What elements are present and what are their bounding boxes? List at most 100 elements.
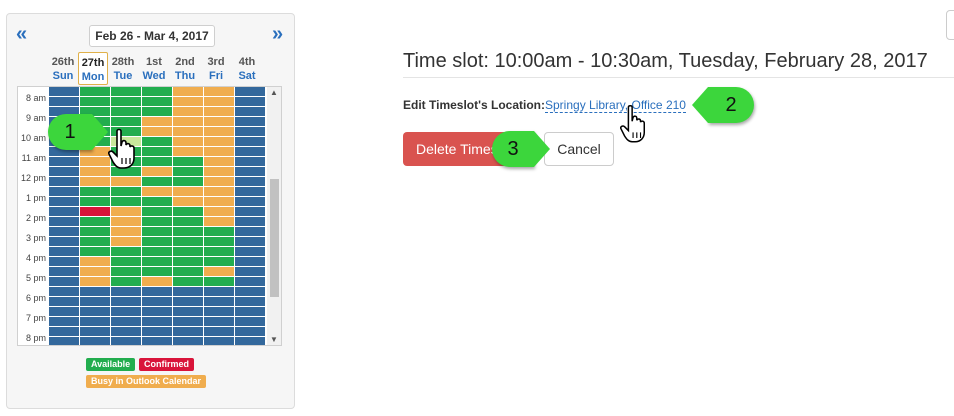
timeslot-cell[interactable]: [80, 237, 111, 247]
timeslot-cell[interactable]: [142, 117, 173, 127]
timeslot-cell[interactable]: [111, 87, 142, 97]
timeslot-cell[interactable]: [173, 87, 204, 97]
timeslot-cell[interactable]: [142, 277, 173, 287]
scrollbar-thumb[interactable]: [270, 179, 279, 297]
corner-button[interactable]: [946, 10, 954, 40]
timeslot-cell[interactable]: [80, 227, 111, 237]
location-edit-link[interactable]: Springy Library, Office 210: [545, 98, 686, 113]
timeslot-cell[interactable]: [142, 257, 173, 267]
timeslot-cell[interactable]: [111, 207, 142, 217]
timeslot-cell[interactable]: [142, 187, 173, 197]
timeslot-cell[interactable]: [173, 217, 204, 227]
timeslot-cell[interactable]: [204, 177, 235, 187]
timeslot-cell[interactable]: [80, 247, 111, 257]
timeslot-cell[interactable]: [142, 87, 173, 97]
timeslot-cell[interactable]: [142, 167, 173, 177]
timeslot-cell[interactable]: [173, 177, 204, 187]
timeslot-cell[interactable]: [204, 167, 235, 177]
timeslot-cell[interactable]: [142, 227, 173, 237]
date-range-label[interactable]: Feb 26 - Mar 4, 2017: [89, 25, 215, 47]
next-week-button[interactable]: »: [272, 24, 283, 44]
timeslot-cell[interactable]: [204, 247, 235, 257]
timeslot-cell[interactable]: [111, 277, 142, 287]
timeslot-cell[interactable]: [142, 147, 173, 157]
timeslot-cell[interactable]: [111, 197, 142, 207]
timeslot-cell[interactable]: [204, 127, 235, 137]
timeslot-cell[interactable]: [204, 217, 235, 227]
timeslot-cell[interactable]: [173, 97, 204, 107]
timeslot-cell[interactable]: [173, 257, 204, 267]
timeslot-cell[interactable]: [173, 167, 204, 177]
timeslot-cell[interactable]: [173, 227, 204, 237]
timeslot-cell[interactable]: [142, 137, 173, 147]
timeslot-cell[interactable]: [142, 177, 173, 187]
timeslot-cell[interactable]: [80, 217, 111, 227]
timeslot-cell[interactable]: [80, 157, 111, 167]
timeslot-cell[interactable]: [204, 207, 235, 217]
timeslot-cell[interactable]: [80, 187, 111, 197]
timeslot-cell[interactable]: [204, 87, 235, 97]
timeslot-cell[interactable]: [204, 137, 235, 147]
timeslot-cell[interactable]: [80, 177, 111, 187]
timeslot-cell[interactable]: [204, 277, 235, 287]
timeslot-cell[interactable]: [142, 207, 173, 217]
timeslot-cell[interactable]: [111, 247, 142, 257]
timeslot-cell[interactable]: [111, 177, 142, 187]
scroll-up-icon[interactable]: ▲: [270, 88, 278, 97]
timeslot-cell[interactable]: [173, 187, 204, 197]
timeslot-cell[interactable]: [204, 97, 235, 107]
timeslot-cell[interactable]: [204, 237, 235, 247]
timeslot-cell[interactable]: [80, 267, 111, 277]
timeslot-cell[interactable]: [142, 197, 173, 207]
timeslot-cell[interactable]: [80, 257, 111, 267]
timeslot-cell[interactable]: [173, 247, 204, 257]
scroll-down-icon[interactable]: ▼: [270, 335, 278, 344]
timeslot-cell[interactable]: [204, 117, 235, 127]
timeslot-cell[interactable]: [204, 147, 235, 157]
timeslot-cell[interactable]: [142, 97, 173, 107]
timeslot-cell[interactable]: [111, 107, 142, 117]
timeslot-cell[interactable]: [204, 257, 235, 267]
timeslot-cell[interactable]: [111, 187, 142, 197]
timeslot-cell[interactable]: [80, 167, 111, 177]
timeslot-cell[interactable]: [173, 267, 204, 277]
timeslot-cell[interactable]: [111, 117, 142, 127]
timeslot-cell[interactable]: [142, 247, 173, 257]
timeslot-cell[interactable]: [80, 87, 111, 97]
timeslot-cell[interactable]: [142, 127, 173, 137]
timeslot-cell[interactable]: [173, 107, 204, 117]
timeslot-cell[interactable]: [204, 107, 235, 117]
timeslot-cell[interactable]: [173, 277, 204, 287]
timeslot-cell[interactable]: [142, 107, 173, 117]
timeslot-cell[interactable]: [111, 97, 142, 107]
timeslot-cell[interactable]: [80, 97, 111, 107]
cancel-button[interactable]: Cancel: [544, 132, 614, 166]
timeslot-cell[interactable]: [80, 277, 111, 287]
timeslot-cell[interactable]: [173, 127, 204, 137]
timeslot-cell[interactable]: [111, 217, 142, 227]
timeslot-cell[interactable]: [173, 197, 204, 207]
timeslot-cell[interactable]: [111, 227, 142, 237]
timeslot-cell[interactable]: [142, 267, 173, 277]
timeslot-cell[interactable]: [204, 227, 235, 237]
timeslot-cell[interactable]: [173, 157, 204, 167]
timeslot-cell[interactable]: [173, 147, 204, 157]
timeslot-cell[interactable]: [111, 267, 142, 277]
timeslot-cell[interactable]: [142, 157, 173, 167]
timeslot-cell[interactable]: [111, 257, 142, 267]
timeslot-cell[interactable]: [173, 137, 204, 147]
timeslot-cell[interactable]: [173, 117, 204, 127]
timeslot-cell[interactable]: [204, 267, 235, 277]
timeslot-cell[interactable]: [204, 187, 235, 197]
timeslot-cell[interactable]: [142, 217, 173, 227]
timeslot-cell[interactable]: [142, 237, 173, 247]
prev-week-button[interactable]: «: [16, 24, 27, 44]
timeslot-cell[interactable]: [111, 237, 142, 247]
timeslot-cell[interactable]: [80, 207, 111, 217]
timeslot-cell[interactable]: [173, 237, 204, 247]
timeslot-cell[interactable]: [204, 197, 235, 207]
timeslot-cell[interactable]: [80, 197, 111, 207]
timeslot-cell[interactable]: [204, 157, 235, 167]
timeslot-cell[interactable]: [173, 207, 204, 217]
grid-scrollbar[interactable]: ▲ ▼: [267, 87, 281, 345]
